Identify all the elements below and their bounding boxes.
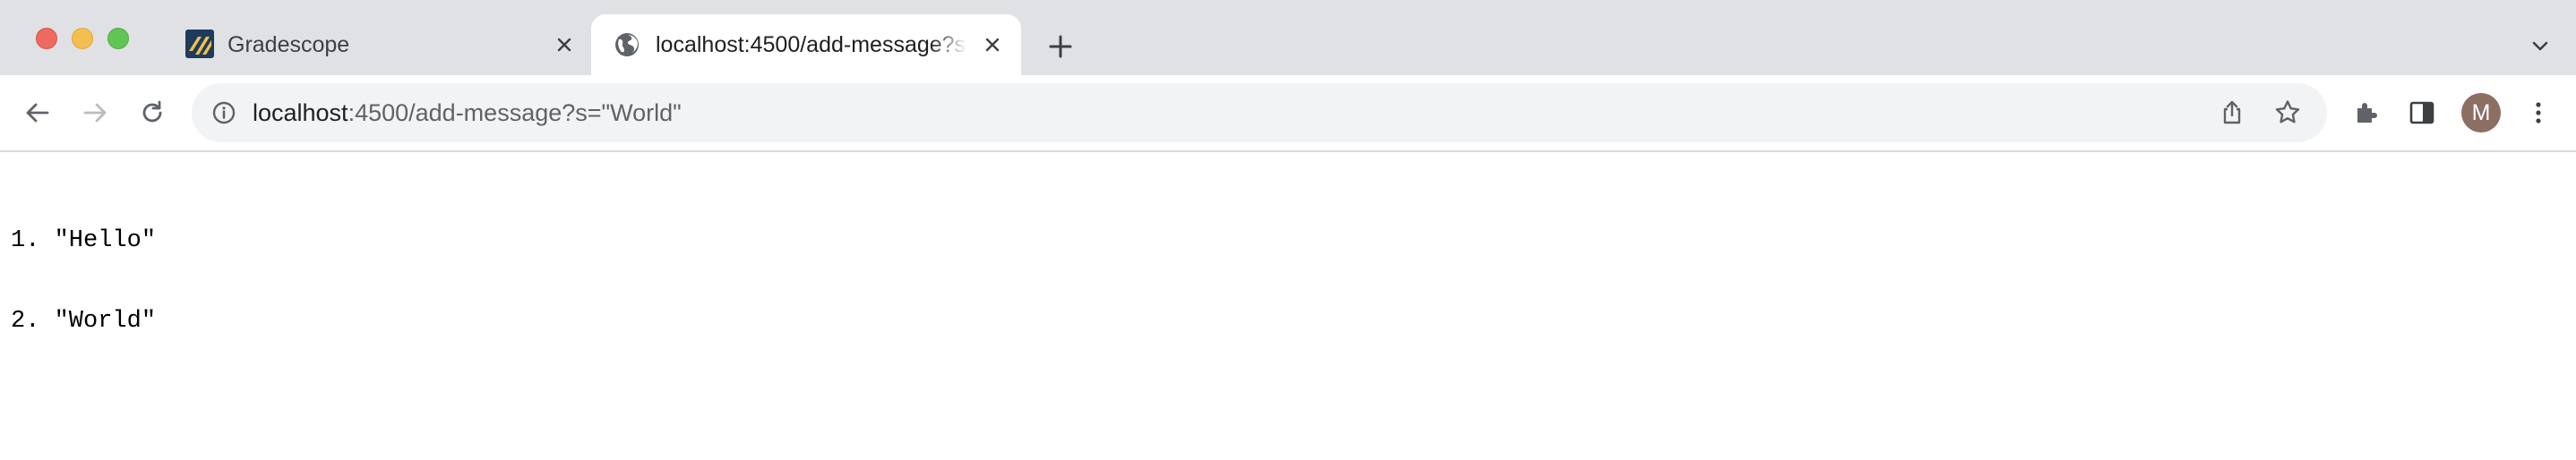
address-bar[interactable]: localhost:4500/add-message?s="World": [192, 83, 2327, 142]
gradescope-logo-icon: [185, 29, 215, 59]
arrow-left-icon: [26, 103, 49, 123]
back-button[interactable]: [18, 93, 57, 132]
fullscreen-window-button[interactable]: [107, 28, 129, 49]
arrow-right-icon: [83, 103, 107, 123]
reload-button[interactable]: [133, 93, 172, 132]
close-tab-icon[interactable]: [550, 30, 579, 59]
extensions-icon[interactable]: [2348, 95, 2384, 131]
info-icon[interactable]: [210, 98, 238, 127]
message-list: 1. "Hello" 2. "World": [11, 174, 156, 388]
url-text[interactable]: localhost:4500/add-message?s="World": [253, 99, 682, 127]
close-tab-icon[interactable]: [978, 30, 1007, 59]
more-menu-icon[interactable]: [2520, 95, 2556, 131]
page-content: 1. "Hello" 2. "World": [0, 154, 2576, 460]
browser-toolbar: localhost:4500/add-message?s="World" M: [0, 75, 2576, 152]
list-item-text: "Hello": [54, 227, 157, 254]
list-item-number: 2.: [11, 308, 40, 335]
new-tab-button[interactable]: [1043, 29, 1078, 64]
tab-localhost[interactable]: localhost:4500/add-message?s="World": [591, 14, 1021, 75]
globe-icon: [613, 30, 641, 59]
list-item-text: "World": [54, 308, 157, 335]
tab-gradescope[interactable]: Gradescope: [176, 14, 588, 75]
tab-strip: Gradescope localhost:4500/add-message?s=…: [0, 0, 2576, 75]
profile-avatar[interactable]: M: [2461, 93, 2501, 132]
tab-title: localhost:4500/add-message?s="World": [656, 32, 967, 57]
bookmark-star-icon[interactable]: [2271, 97, 2304, 129]
list-item: 1. "Hello": [11, 227, 156, 254]
url-host: localhost: [253, 99, 348, 126]
url-path: :4500/add-message?s="World": [348, 99, 682, 126]
minimize-window-button[interactable]: [72, 28, 93, 49]
forward-button[interactable]: [75, 93, 115, 132]
plus-icon: [1049, 35, 1072, 58]
share-icon[interactable]: [2216, 97, 2248, 129]
list-item-number: 1.: [11, 227, 40, 254]
tab-title: Gradescope: [228, 32, 350, 57]
close-window-button[interactable]: [36, 28, 57, 49]
chevron-down-icon: [2532, 41, 2548, 51]
tab-search-button[interactable]: [2522, 29, 2558, 64]
side-panel-icon[interactable]: [2404, 95, 2440, 131]
list-item: 2. "World": [11, 308, 156, 335]
reload-icon: [142, 100, 162, 123]
